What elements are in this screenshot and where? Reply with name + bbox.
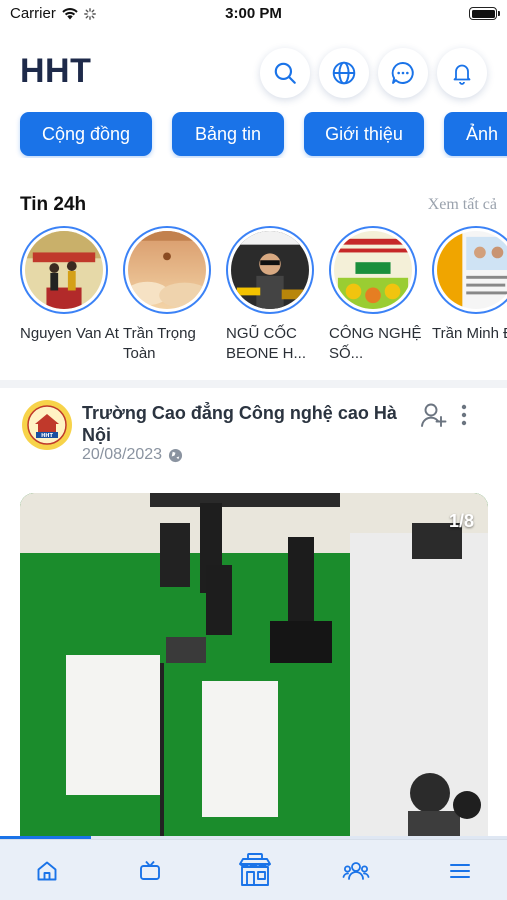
story-item[interactable]: Nguyen Van At (20, 226, 119, 364)
author-avatar[interactable]: HHT (22, 400, 72, 450)
stories-title: Tin 24h (20, 194, 87, 215)
tab-about[interactable]: Giới thiệu (304, 112, 424, 156)
post-more-button[interactable] (458, 402, 470, 433)
story-thumbnail (231, 231, 309, 309)
nav-groups[interactable] (339, 854, 373, 888)
post-author-name[interactable]: Trường Cao đẳng Công nghệ cao Hà Nội (82, 402, 412, 446)
story-avatar (123, 226, 211, 314)
status-time: 3:00 PM (225, 5, 282, 22)
add-user-icon (421, 403, 447, 427)
story-name: Nguyen Van At (20, 325, 119, 342)
search-button[interactable] (260, 48, 310, 98)
story-thumbnail (334, 231, 412, 309)
group-icon (342, 862, 370, 880)
school-logo-icon: HHT (23, 401, 71, 449)
story-name: Trần Minh Đức (432, 325, 507, 342)
app-header: HHT (0, 28, 507, 118)
story-name: NGŨ CỐC BEONE H... (226, 325, 307, 362)
story-avatar (432, 226, 507, 314)
category-tabs: Cộng đồng Bảng tin Giới thiệu Ảnh (0, 112, 507, 158)
store-icon (239, 853, 271, 886)
status-bar: Carrier 3:00 PM (0, 0, 507, 28)
story-thumbnail (128, 231, 206, 309)
nav-store[interactable] (236, 850, 274, 890)
battery-icon (469, 7, 500, 20)
bottom-nav (0, 839, 507, 900)
notifications-button[interactable] (437, 48, 487, 98)
see-all-link[interactable]: Xem tất cả (428, 196, 497, 214)
story-thumbnail (437, 231, 507, 309)
story-thumbnail (25, 231, 103, 309)
menu-icon (450, 864, 470, 878)
chat-icon (391, 62, 414, 84)
post-meta: 20/08/2023 (82, 446, 183, 464)
bell-icon (453, 64, 471, 85)
story-item[interactable]: CÔNG NGHỆ SỐ... (329, 226, 422, 364)
globe-icon (332, 61, 356, 85)
messages-button[interactable] (378, 48, 428, 98)
tv-icon (140, 860, 160, 880)
story-item[interactable]: NGŨ CỐC BEONE H... (226, 226, 316, 364)
tab-community[interactable]: Cộng đồng (20, 112, 152, 156)
nav-home[interactable] (30, 854, 64, 888)
story-avatar (226, 226, 314, 314)
follow-button[interactable] (420, 402, 448, 433)
tab-photos[interactable]: Ảnh (444, 112, 507, 156)
stories-list: Nguyen Van At Trần Trọng Toàn NGŨ CỐC BE… (0, 226, 507, 366)
story-name: CÔNG NGHỆ SỐ... (329, 325, 422, 362)
image-page-indicator: 1/8 (448, 511, 474, 531)
story-name: Trần Trọng Toàn (123, 325, 196, 362)
studio-photo (20, 493, 488, 839)
app-logo: HHT (20, 52, 92, 90)
post-date: 20/08/2023 (82, 446, 163, 463)
search-icon (274, 62, 296, 84)
story-item[interactable]: Trần Minh Đức (432, 226, 507, 364)
nav-menu[interactable] (443, 854, 477, 888)
svg-text:HHT: HHT (41, 433, 53, 439)
story-item[interactable]: Trần Trọng Toàn (123, 226, 213, 364)
nav-tv[interactable] (133, 854, 167, 888)
tab-newsfeed[interactable]: Bảng tin (172, 112, 284, 156)
story-avatar (329, 226, 417, 314)
section-divider (0, 380, 507, 388)
home-icon (37, 861, 57, 881)
public-globe-icon (169, 448, 183, 462)
post-header: HHT Trường Cao đẳng Công nghệ cao Hà Nội… (0, 392, 507, 472)
language-button[interactable] (319, 48, 369, 98)
more-vertical-icon (461, 404, 467, 426)
story-avatar (20, 226, 108, 314)
post-image[interactable]: 1/8 (20, 493, 488, 839)
